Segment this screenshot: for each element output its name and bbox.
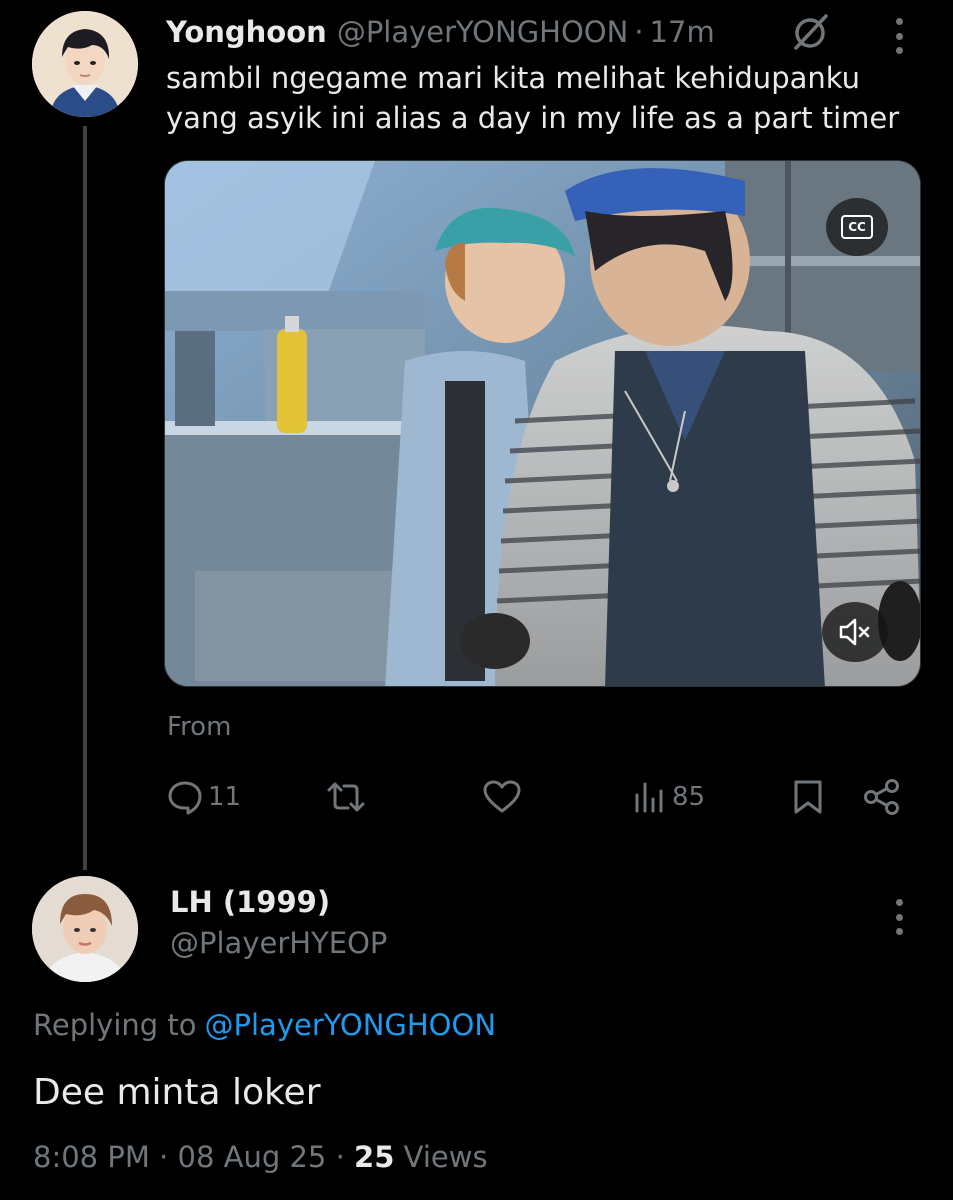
like-button[interactable] xyxy=(482,774,522,820)
reply-text: Dee minta loker xyxy=(33,1072,321,1113)
tweet-time[interactable]: 17m xyxy=(650,15,715,49)
from-label[interactable]: From xyxy=(167,712,231,742)
reply-views-count: 25 xyxy=(354,1140,395,1174)
replying-to: Replying to @PlayerYONGHOON xyxy=(33,1008,496,1042)
views-button[interactable]: 85 xyxy=(632,774,705,820)
share-button[interactable] xyxy=(862,774,902,820)
heart-icon xyxy=(483,780,521,813)
meta-separator: · xyxy=(335,1140,345,1174)
author-name[interactable]: Yonghoon xyxy=(166,15,327,49)
tweet-text-line-1: sambil ngegame mari kita melihat kehidup… xyxy=(166,61,861,95)
reply-button[interactable]: 11 xyxy=(166,774,241,820)
avatar-lh[interactable] xyxy=(32,876,138,982)
author-handle[interactable]: @PlayerYONGHOON xyxy=(337,15,629,49)
tweet-header: Yonghoon @PlayerYONGHOON · 17m xyxy=(166,12,715,52)
tweet-text: sambil ngegame mari kita melihat kehidup… xyxy=(166,58,926,138)
tweet-text-line-2: yang asyik ini alias a day in my life as… xyxy=(166,101,900,135)
more-options-icon[interactable] xyxy=(889,18,909,54)
captions-button[interactable]: CC xyxy=(826,198,888,256)
meta-separator: · xyxy=(159,1140,169,1174)
tweet-timestamp[interactable]: 8:08 PM xyxy=(33,1140,150,1174)
video-player[interactable] xyxy=(164,160,921,687)
tweet-meta: 8:08 PM · 08 Aug 25 · 25 Views xyxy=(33,1140,488,1174)
bookmark-icon xyxy=(794,780,822,814)
mute-button[interactable] xyxy=(822,602,888,662)
cc-icon: CC xyxy=(841,215,873,239)
share-icon xyxy=(864,779,899,815)
tweet-date[interactable]: 08 Aug 25 xyxy=(178,1140,327,1174)
separator-dot: · xyxy=(634,15,644,49)
speaker-muted-icon xyxy=(839,618,870,646)
grok-icon[interactable] xyxy=(788,12,832,52)
thread-connector-line xyxy=(83,126,87,870)
reply-count: 11 xyxy=(208,782,242,812)
reply-author-handle[interactable]: @PlayerHYEOP xyxy=(170,926,387,960)
replying-to-label: Replying to xyxy=(33,1008,197,1042)
analytics-icon xyxy=(635,782,663,813)
views-label: Views xyxy=(403,1140,488,1174)
views-count: 85 xyxy=(672,782,706,812)
reply-more-options-icon[interactable] xyxy=(889,899,909,935)
avatar-yonghoon[interactable] xyxy=(32,11,138,117)
bookmark-button[interactable] xyxy=(791,774,825,820)
reply-icon xyxy=(168,781,202,815)
replying-to-mention[interactable]: @PlayerYONGHOON xyxy=(205,1008,497,1042)
retweet-icon xyxy=(327,782,365,812)
tweet-thread-page: Yonghoon @PlayerYONGHOON · 17m sambil ng… xyxy=(0,0,953,1200)
reply-author-name[interactable]: LH (1999) xyxy=(170,885,330,919)
retweet-button[interactable] xyxy=(326,774,366,820)
